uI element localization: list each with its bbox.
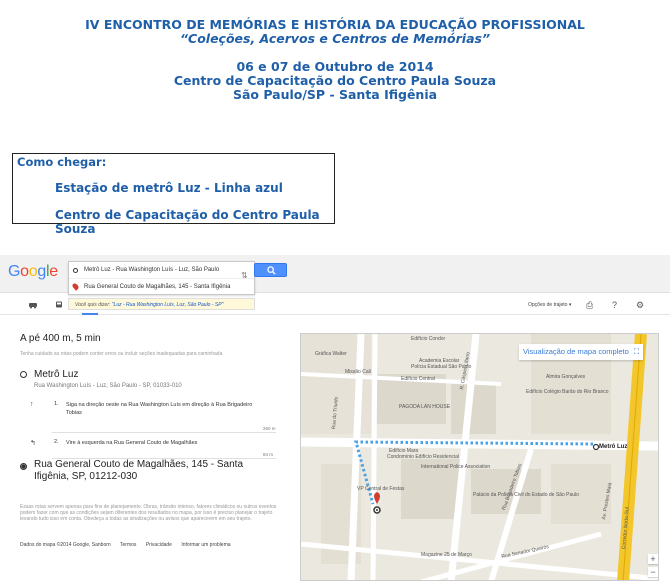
route-map[interactable]: Gráfica Walter Edifício Condor Academia … bbox=[300, 333, 659, 581]
terms-link[interactable]: Termos bbox=[120, 542, 136, 548]
turn-left-icon: ↰ bbox=[30, 440, 36, 447]
destination-target-icon bbox=[20, 463, 27, 470]
zoom-out-button[interactable]: − bbox=[648, 567, 658, 577]
gear-icon[interactable]: ⚙ bbox=[636, 300, 644, 311]
map-label-grafica: Gráfica Walter bbox=[315, 351, 347, 357]
map-label-condominio: Condomínio Edifício Residencial bbox=[387, 454, 459, 460]
full-map-view-link[interactable]: Visualização de mapa completo ⛶ bbox=[519, 344, 644, 360]
step-2-distance: 84 m bbox=[263, 452, 274, 457]
event-dates: 06 e 07 de Outubro de 2014 bbox=[236, 59, 434, 74]
privacy-link[interactable]: Privacidade bbox=[146, 542, 172, 548]
walking-warning: Tenha cuidado as rotas podem conter erro… bbox=[20, 351, 223, 357]
transit-icon[interactable] bbox=[54, 301, 64, 309]
map-label-missao: Missão Cali bbox=[345, 369, 371, 375]
how-to-arrive-center: Centro de Capacitação do Centro Paula So… bbox=[55, 208, 320, 236]
directions-panel: A pé 400 m, 5 min Tenha cuidado as rotas… bbox=[0, 315, 290, 583]
how-to-arrive-metro: Estação de metrô Luz - Linha azul bbox=[55, 181, 283, 195]
route-disclaimer: Essas rotas servem apenas para fins de p… bbox=[20, 504, 277, 522]
google-logo[interactable]: Google bbox=[8, 263, 58, 281]
origin-input[interactable]: Metrô Luz - Rua Washington Luís - Luz, S… bbox=[69, 262, 254, 278]
destination-name: Rua General Couto de Magalhães, 145 - Sa… bbox=[34, 459, 244, 482]
search-icon bbox=[267, 266, 276, 275]
how-to-arrive-box: Como chegar: Estação de metrô Luz - Linh… bbox=[12, 153, 335, 236]
map-label-magazine: Magazine 25 de Março bbox=[421, 552, 472, 558]
route-options-button[interactable]: Opções de trajeto ▾ bbox=[528, 302, 571, 308]
step-1-distance: 260 m bbox=[263, 426, 276, 431]
zoom-in-button[interactable]: + bbox=[648, 554, 658, 564]
search-button[interactable] bbox=[254, 263, 287, 277]
map-label-almira: Almira Gonçalves bbox=[546, 374, 586, 380]
swap-directions-icon[interactable]: ⇅ bbox=[241, 271, 248, 280]
expand-icon: ⛶ bbox=[633, 347, 640, 356]
car-icon[interactable] bbox=[28, 301, 38, 309]
origin-circle-icon bbox=[73, 267, 78, 273]
arrow-up-icon: ↑ bbox=[30, 401, 34, 408]
did-you-mean-link[interactable]: "Luz - Rua Washington Luís, Luz, São Pau… bbox=[112, 302, 224, 308]
route-summary: A pé 400 m, 5 min bbox=[20, 333, 101, 344]
maps-footer: Dados do mapa ©2014 Google, Sanborn Term… bbox=[20, 542, 239, 548]
destination-input[interactable]: Rua General Couto de Magalhães, 145 - Sa… bbox=[69, 278, 254, 294]
origin-address: Rua Washington Luís - Luz, São Paulo - S… bbox=[34, 383, 182, 389]
event-subtitle: “Coleções, Acervos e Centros de Memórias… bbox=[179, 31, 491, 46]
google-maps-screenshot: Google Metrô Luz - Rua Washington Luís -… bbox=[0, 255, 670, 583]
map-label-police-assoc: International Police Association bbox=[421, 464, 491, 470]
map-label-palacio: Palácio da Polícia Civil do Estado de Sã… bbox=[473, 492, 579, 498]
map-label-metro-luz: Metrô Luz bbox=[599, 444, 628, 450]
map-label-tabatinga: Edifício Colégio Barão do Rio Branco bbox=[526, 389, 609, 395]
event-city: São Paulo/SP - Santa Ifigênia bbox=[232, 87, 438, 102]
event-header: IV ENCONTRO DE MEMÓRIAS E HISTÓRIA DA ED… bbox=[0, 18, 670, 102]
map-label-vp-festas: VP Central de Festas bbox=[357, 486, 405, 492]
map-label-central: Edifício Central bbox=[401, 376, 435, 382]
report-problem-link[interactable]: Informar um problema bbox=[181, 542, 230, 548]
maps-top-bar: Google Metrô Luz - Rua Washington Luís -… bbox=[0, 255, 670, 295]
directions-inputs: Metrô Luz - Rua Washington Luís - Luz, S… bbox=[68, 261, 255, 295]
event-venue: Centro de Capacitação do Centro Paula So… bbox=[173, 73, 497, 88]
event-title: IV ENCONTRO DE MEMÓRIAS E HISTÓRIA DA ED… bbox=[85, 17, 585, 32]
print-icon[interactable]: ⎙ bbox=[586, 300, 593, 311]
map-label-condor: Edifício Condor bbox=[411, 336, 446, 342]
how-to-arrive-title: Como chegar: bbox=[17, 155, 107, 169]
map-data-credit: Dados do mapa ©2014 Google, Sanborn bbox=[20, 542, 111, 548]
did-you-mean-bar: Você quis dizer: "Luz - Rua Washington L… bbox=[68, 298, 255, 310]
origin-circle-icon bbox=[20, 371, 27, 378]
origin-name: Metrô Luz bbox=[34, 369, 79, 380]
help-icon[interactable]: ? bbox=[612, 300, 617, 310]
map-label-pagoda: PAGODA LAN HOUSE bbox=[399, 404, 451, 410]
destination-pin-icon bbox=[71, 282, 80, 291]
